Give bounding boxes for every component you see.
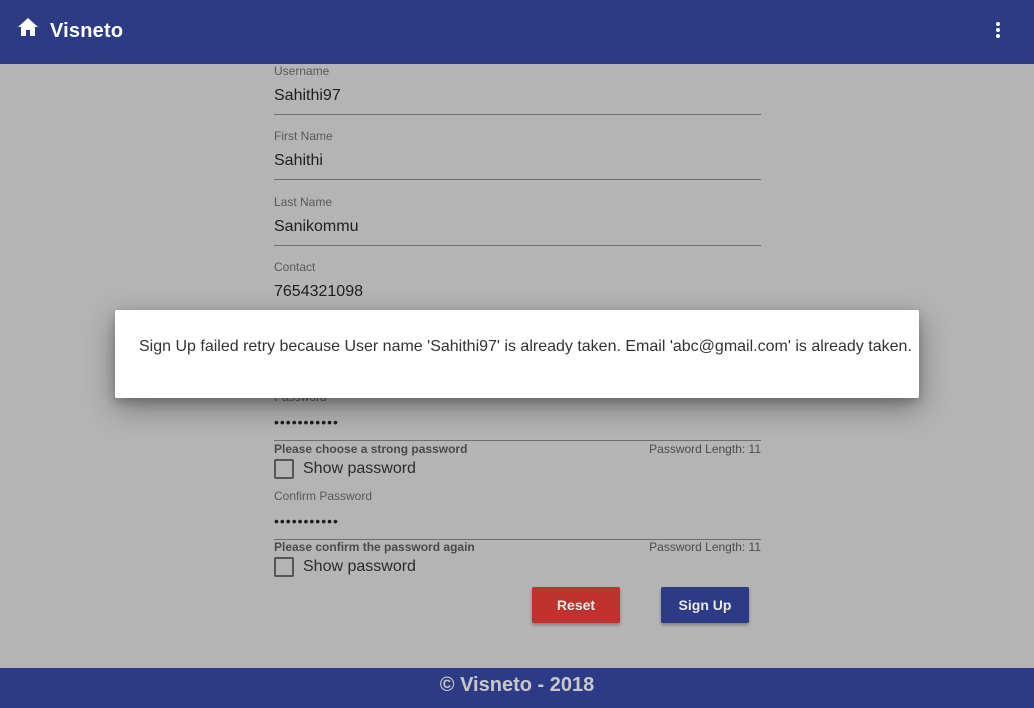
password-hint: Please choose a strong password	[274, 442, 468, 456]
username-label: Username	[274, 64, 330, 78]
app-title[interactable]: Visneto	[50, 20, 123, 43]
show-confirm-password-toggle[interactable]: Show password	[274, 557, 416, 577]
show-password-checkbox[interactable]	[274, 459, 294, 479]
last-name-field[interactable]: Last Name Sanikommu	[274, 195, 761, 246]
footer: © Visneto - 2018	[0, 668, 1034, 708]
confirm-password-field[interactable]: Confirm Password •••••••••••	[274, 489, 761, 540]
show-password-toggle[interactable]: Show password	[274, 459, 416, 479]
reset-button[interactable]: Reset	[532, 587, 620, 623]
error-dialog[interactable]: Sign Up failed retry because User name '…	[115, 310, 919, 398]
first-name-label: First Name	[274, 129, 333, 143]
show-confirm-password-label: Show password	[303, 558, 416, 575]
password-input[interactable]: •••••••••••	[274, 412, 761, 441]
confirm-password-input[interactable]: •••••••••••	[274, 511, 761, 540]
show-password-label: Show password	[303, 460, 416, 477]
last-name-label: Last Name	[274, 195, 333, 209]
contact-input[interactable]: 7654321098	[274, 282, 761, 311]
password-hint-row: Please choose a strong password Password…	[274, 442, 761, 456]
first-name-field[interactable]: First Name Sahithi	[274, 129, 761, 180]
contact-label: Contact	[274, 260, 316, 274]
confirm-password-length: Password Length: 11	[649, 540, 761, 554]
username-field[interactable]: Username Sahithi97	[274, 64, 761, 115]
password-length: Password Length: 11	[649, 442, 761, 456]
confirm-password-label: Confirm Password	[274, 489, 373, 503]
first-name-input[interactable]: Sahithi	[274, 151, 761, 180]
username-input[interactable]: Sahithi97	[274, 86, 761, 115]
show-confirm-password-checkbox[interactable]	[274, 557, 294, 577]
contact-field[interactable]: Contact 7654321098	[274, 260, 761, 311]
home-icon[interactable]	[17, 17, 39, 37]
last-name-input[interactable]: Sanikommu	[274, 217, 761, 246]
more-vert-icon[interactable]	[990, 22, 1006, 44]
error-message: Sign Up failed retry because User name '…	[139, 338, 912, 355]
confirm-password-hint-row: Please confirm the password again Passwo…	[274, 540, 761, 554]
confirm-password-hint: Please confirm the password again	[274, 540, 475, 554]
app-bar: Visneto	[0, 0, 1034, 64]
sign-up-button[interactable]: Sign Up	[661, 587, 749, 623]
